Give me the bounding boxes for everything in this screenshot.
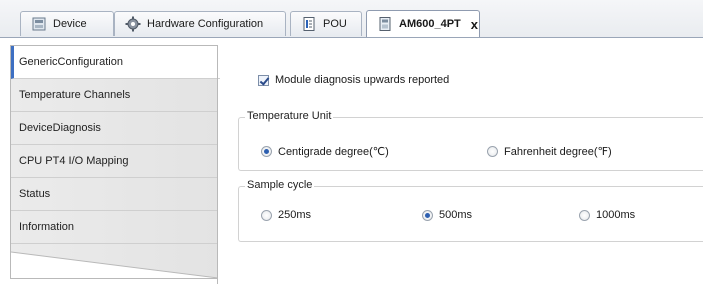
- radio-button[interactable]: [422, 209, 433, 221]
- tab-device[interactable]: Device: [20, 11, 114, 36]
- tab-hardware-configuration[interactable]: Hardware Configuration: [114, 11, 286, 36]
- radio-label: Fahrenheit degree(℉): [504, 146, 612, 158]
- module-diagnosis-option[interactable]: Module diagnosis upwards reported: [258, 74, 449, 86]
- sidebar-item-temperature-channels[interactable]: Temperature Channels: [11, 79, 218, 112]
- sidebar-item-generic-configuration[interactable]: GenericConfiguration: [11, 46, 220, 79]
- radio-label: 500ms: [439, 209, 473, 221]
- radio-label: 250ms: [278, 209, 312, 221]
- radio-500ms[interactable]: 500ms: [422, 209, 472, 221]
- document-tab-strip: Device Hardware Configuration POU AM600_…: [0, 0, 703, 38]
- tab-pou[interactable]: POU: [290, 11, 362, 36]
- radio-label: 1000ms: [596, 209, 636, 221]
- sidebar-item-label: CPU PT4 I/O Mapping: [19, 155, 129, 167]
- radio-250ms[interactable]: 250ms: [261, 209, 311, 221]
- radio-button[interactable]: [487, 146, 498, 157]
- sidebar-item-label: DeviceDiagnosis: [19, 122, 101, 134]
- sample-cycle-title: Sample cycle: [245, 179, 315, 191]
- radio-button[interactable]: [261, 209, 272, 221]
- sample-cycle-group: Sample cycle 250ms 500ms 1000ms: [238, 179, 703, 242]
- sidebar-bottom-edge: [11, 251, 218, 278]
- temperature-unit-group: Temperature Unit Centigrade degree(℃) Fa…: [238, 110, 703, 171]
- radio-button[interactable]: [261, 146, 272, 157]
- tab-label: Device: [53, 18, 87, 30]
- generic-configuration-panel: Module diagnosis upwards reported Temper…: [217, 45, 703, 284]
- device-editor: GenericConfiguration Temperature Channel…: [0, 38, 703, 284]
- module-diagnosis-label: Module diagnosis upwards reported: [275, 74, 450, 86]
- sidebar-item-label: Temperature Channels: [19, 89, 131, 101]
- tab-am600-4pt[interactable]: AM600_4PT x: [366, 10, 480, 37]
- device-icon: [32, 17, 46, 31]
- tab-label: Hardware Configuration: [147, 18, 264, 30]
- sidebar-item-information[interactable]: Information: [11, 211, 218, 244]
- gear-icon: [125, 16, 141, 32]
- radio-1000ms[interactable]: 1000ms: [579, 209, 635, 221]
- tab-label: AM600_4PT: [399, 18, 461, 30]
- radio-centigrade[interactable]: Centigrade degree(℃): [261, 145, 389, 158]
- document-icon: [303, 17, 315, 31]
- radio-fahrenheit[interactable]: Fahrenheit degree(℉): [487, 145, 612, 158]
- temperature-unit-title: Temperature Unit: [245, 110, 334, 122]
- sidebar-item-io-mapping[interactable]: CPU PT4 I/O Mapping: [11, 145, 218, 178]
- sidebar-item-label: Information: [19, 221, 75, 233]
- close-icon[interactable]: x: [471, 17, 478, 32]
- sidebar-item-label: Status: [19, 188, 51, 200]
- tab-label: POU: [323, 18, 347, 30]
- module-diagnosis-checkbox[interactable]: [258, 74, 269, 86]
- sidebar-item-device-diagnosis[interactable]: DeviceDiagnosis: [11, 112, 218, 145]
- radio-button[interactable]: [579, 209, 590, 221]
- sidebar-item-status[interactable]: Status: [11, 178, 218, 211]
- radio-label: Centigrade degree(℃): [278, 146, 389, 158]
- config-sidebar: GenericConfiguration Temperature Channel…: [10, 45, 220, 279]
- sidebar-item-label: GenericConfiguration: [19, 56, 123, 68]
- module-icon: [379, 17, 391, 31]
